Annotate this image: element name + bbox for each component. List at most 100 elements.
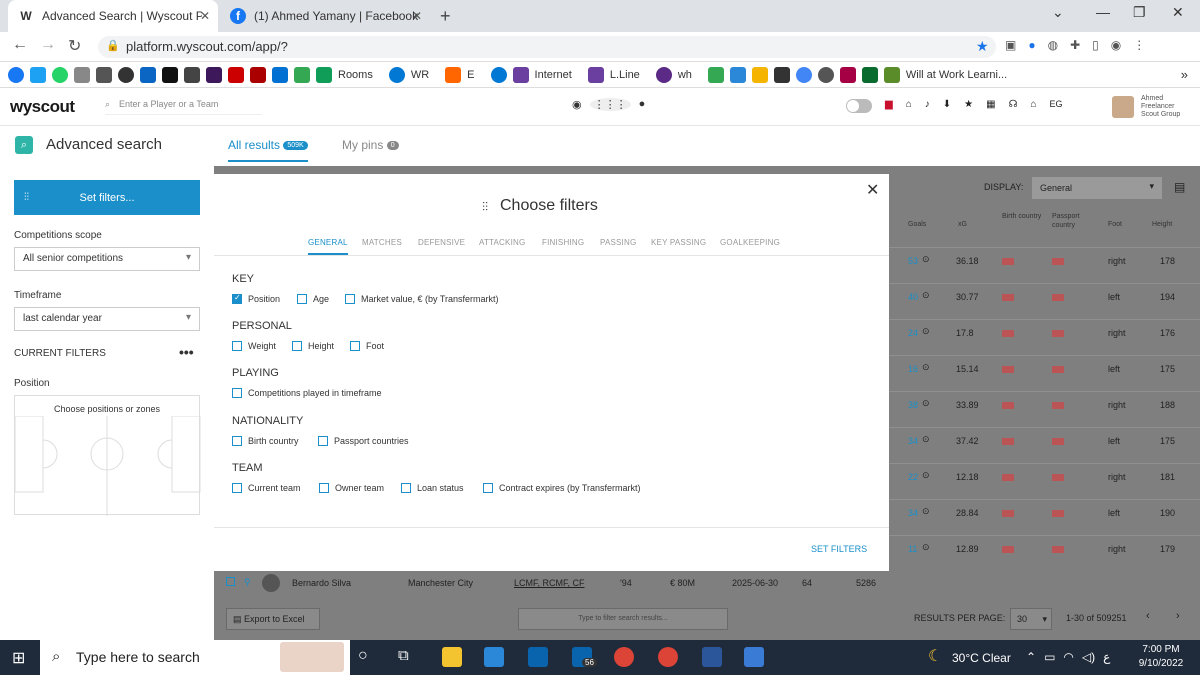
table-row[interactable]: 34 28.84 left 190 ⊙ [888,499,1200,535]
filter-option-checkbox[interactable]: Loan status [401,483,464,493]
bookmark-wh[interactable]: wh [678,69,692,81]
tab-search-icon[interactable]: ⌄ [1052,4,1064,21]
puzzle-icon[interactable]: ✚ [1070,38,1080,52]
checkbox[interactable] [350,341,360,351]
col-goals[interactable]: Goals [908,221,926,228]
extension-icon[interactable]: ▣ [1005,38,1016,52]
results-per-page-select[interactable]: 30 ▾ [1010,608,1052,630]
linkedin-bookmark-icon[interactable] [140,66,156,83]
checkbox[interactable] [232,341,242,351]
cloud-bookmark-icon[interactable] [490,66,507,83]
modal-tab-finishing[interactable]: FINISHING [542,238,584,247]
modal-tab-general[interactable]: GENERAL [308,238,348,255]
player-team-search-input[interactable]: ⌕ Enter a Player or a Team [105,99,262,115]
user-avatar[interactable] [1112,96,1134,118]
play-icon[interactable]: ⊙ [922,326,930,337]
modal-tab-passing[interactable]: PASSING [600,238,636,247]
chrome-icon[interactable] [614,647,634,667]
player-team[interactable]: Manchester City [408,578,473,588]
col-xg[interactable]: xG [958,221,967,228]
outlook-icon[interactable] [528,647,548,667]
play-icon[interactable]: ⊙ [922,398,930,409]
minimize-icon[interactable]: — [1096,4,1110,20]
sidepanel-icon[interactable]: ▯ [1092,38,1099,52]
timeframe-select[interactable]: last calendar year [14,307,200,331]
forward-icon[interactable]: → [40,36,56,54]
person-icon[interactable]: ● [639,98,646,111]
tab-my-pins[interactable]: My pins 0 [342,138,399,152]
filter-option-checkbox[interactable]: Owner team [319,483,384,493]
table-row[interactable]: 22 12.18 right 181 ⊙ [888,463,1200,499]
bookmark-internet[interactable]: Internet [535,69,572,81]
photos-icon[interactable] [744,647,764,667]
filter-results-input[interactable]: Type to filter search results... [518,608,728,630]
checkbox[interactable] [292,341,302,351]
word-icon[interactable] [702,647,722,667]
whatsapp-bookmark-icon[interactable] [52,66,68,83]
hat-icon[interactable]: ⌂ [906,99,912,110]
download-icon[interactable]: ⬇ [943,99,951,110]
task-view-icon[interactable]: ⧉ [398,647,409,664]
chevron-up-icon[interactable]: ⌃ [1026,650,1036,664]
bookmark-icon[interactable] [883,66,900,83]
bookmark-will-at-work[interactable]: Will at Work Learni... [906,69,1007,81]
table-row[interactable]: 34 37.42 left 175 ⊙ [888,427,1200,463]
drive-bookmark-icon[interactable] [294,66,310,83]
checkbox[interactable] [232,388,242,398]
wyscout-logo[interactable]: wyscout [10,97,75,117]
checkbox[interactable] [232,293,242,304]
bookmark-icon[interactable] [118,66,134,83]
prev-page-icon[interactable]: ‹ [1146,610,1150,622]
filter-option-checkbox[interactable]: Current team [232,483,301,493]
modal-tab-key-passing[interactable]: KEY PASSING [651,238,706,247]
checkbox[interactable] [232,483,242,493]
bookmark-icon[interactable] [861,66,878,83]
bookmark-lline[interactable]: L.Line [610,69,640,81]
bookmark-icon[interactable] [96,66,112,83]
col-height[interactable]: Height [1152,221,1172,228]
checkbox[interactable] [297,294,307,304]
bookmark-icon[interactable] [795,66,812,83]
maximize-icon[interactable]: ❐ [1133,4,1146,21]
close-tab-icon[interactable]: ✕ [200,9,210,23]
display-select[interactable]: General ▾ [1032,177,1162,199]
col-birth-country[interactable]: Birth country [1002,212,1042,221]
back-icon[interactable]: ← [12,36,28,54]
more-options-icon[interactable]: ••• [179,344,194,360]
new-tab-icon[interactable]: + [440,6,451,27]
bookmark-icon[interactable] [512,66,529,83]
export-excel-button[interactable]: ▤ Export to Excel [226,608,320,630]
bookmark-icon[interactable] [228,66,244,83]
close-icon[interactable]: ✕ [866,180,879,200]
keyboard-language-icon[interactable]: ع [1103,650,1110,664]
apps-grid-icon[interactable]: ⋮⋮⋮ [589,98,631,111]
taskbar-search-input[interactable]: ⌕ Type here to search [40,640,350,675]
premier-league-bookmark-icon[interactable] [206,66,222,83]
language-selector[interactable]: EG [1050,99,1063,110]
weather-text[interactable]: 30°C Clear [952,651,1011,665]
cortana-icon[interactable]: ○ [358,647,368,665]
cloud-bookmark-icon[interactable] [388,66,405,83]
checkbox[interactable] [345,294,355,304]
bookmark-star-icon[interactable]: ★ [976,38,989,55]
bookmark-icon[interactable] [817,66,834,83]
table-row[interactable]: 38 33.89 right 188 ⊙ [888,391,1200,427]
play-icon[interactable]: ⊙ [922,362,930,373]
filter-option-checkbox[interactable]: Weight [232,341,276,351]
modal-tab-attacking[interactable]: ATTACKING [479,238,525,247]
filter-option-checkbox[interactable]: Contract expires (by Transfermarkt) [483,483,641,493]
windows-start-icon[interactable]: ⊞ [12,648,25,668]
filter-option-checkbox[interactable]: Market value, € (by Transfermarkt) [345,294,499,304]
bookmark-wr[interactable]: WR [411,69,429,81]
sheets-bookmark-icon[interactable] [316,66,332,83]
file-explorer-icon[interactable] [442,647,462,667]
bell-icon[interactable]: ♪ [925,99,930,110]
player-name[interactable]: Bernardo Silva [292,578,351,588]
table-row[interactable]: 40 30.77 left 194 ⊙ [888,283,1200,319]
play-icon[interactable]: ⊙ [922,434,930,445]
modal-tab-matches[interactable]: MATCHES [362,238,402,247]
bookmark-icon[interactable] [729,66,746,83]
col-passport-country[interactable]: Passport country [1052,212,1092,230]
play-icon[interactable]: ⊙ [922,290,930,301]
row-checkbox[interactable] [226,577,235,586]
